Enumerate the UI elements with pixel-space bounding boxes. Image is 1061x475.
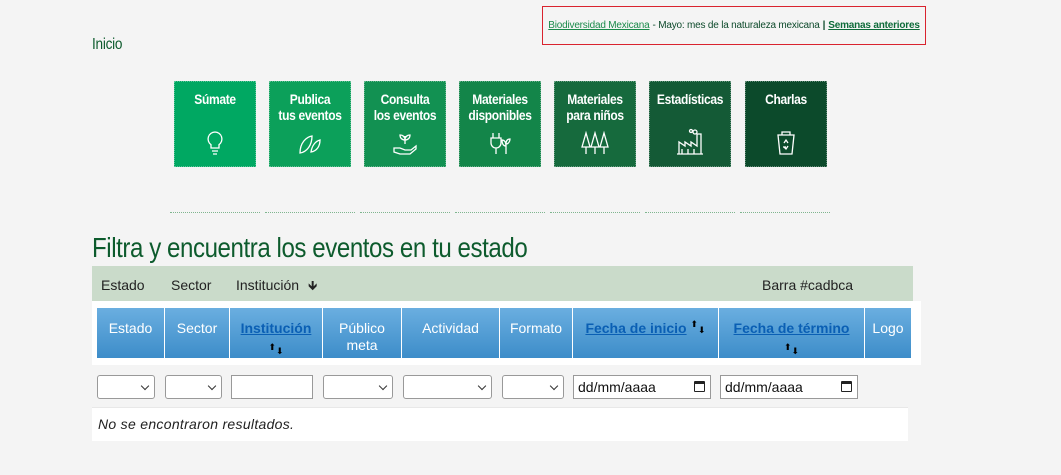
tile-sumate[interactable]: Súmate	[174, 81, 256, 167]
sort-up-icon[interactable]: ⬆	[784, 343, 792, 352]
trees-icon	[581, 130, 609, 154]
calendar-icon[interactable]	[694, 381, 705, 392]
tile-label-2: disponibles	[468, 107, 532, 123]
factory-icon	[677, 128, 703, 155]
col-estado: Estado	[97, 308, 165, 358]
tile-label: Estadísticas	[656, 91, 724, 107]
events-table-header: Estado Sector Institución ⬆⬇ Público met…	[92, 301, 921, 365]
tile-underline	[550, 210, 640, 213]
publico-meta-select[interactable]	[323, 375, 393, 399]
recycle-bin-icon	[777, 131, 795, 155]
col-actividad: Actividad	[402, 308, 500, 358]
tile-label: Consulta	[380, 91, 430, 107]
tile-label-2: los eventos	[373, 107, 437, 123]
tile-label-2: para niños	[566, 107, 624, 123]
filter-bar: Estado Sector Institución 🡻 Barra #cadbc…	[92, 266, 913, 301]
col-publico-meta: Público meta	[323, 308, 402, 358]
filter-row: dd/mm/aaaa dd/mm/aaaa	[92, 375, 908, 405]
sort-down-icon[interactable]: ⬇	[792, 347, 800, 356]
tile-underline	[455, 210, 545, 213]
tile-label: Materiales	[567, 91, 623, 107]
tile-label: Publica	[289, 91, 331, 107]
sort-down-icon[interactable]: ⬇	[698, 326, 706, 335]
empty-results-row: No se encontraron resultados.	[92, 407, 908, 441]
fecha-termino-input[interactable]: dd/mm/aaaa	[720, 375, 858, 399]
actividad-select[interactable]	[403, 375, 492, 399]
tile-label: Materiales	[472, 91, 528, 107]
bar-estado[interactable]: Estado	[101, 277, 145, 293]
tile-label: Súmate	[194, 91, 236, 107]
col-institucion: Institución ⬆⬇	[230, 308, 323, 358]
fecha-inicio-input[interactable]: dd/mm/aaaa	[573, 375, 711, 399]
tile-underline	[265, 210, 355, 213]
col-formato: Formato	[500, 308, 573, 358]
tile-consulta[interactable]: Consulta los eventos	[364, 81, 446, 167]
tile-underline	[170, 210, 260, 213]
empty-message: No se encontraron resultados.	[98, 416, 295, 432]
tile-charlas[interactable]: Charlas	[745, 81, 827, 167]
sort-up-icon[interactable]: ⬆	[268, 343, 276, 352]
plug-leaf-icon	[490, 133, 511, 154]
notice-separator: |	[822, 20, 826, 31]
page-title: Filtra y encuentra los eventos en tu est…	[92, 232, 528, 263]
tile-materiales-ninos[interactable]: Materiales para niños	[554, 81, 636, 167]
tile-estadisticas[interactable]: Estadísticas	[649, 81, 731, 167]
tile-label-2: tus eventos	[278, 107, 342, 123]
col-sector: Sector	[165, 308, 230, 358]
inicio-link[interactable]: Inicio	[92, 36, 122, 54]
sort-institucion-link[interactable]: Institución	[230, 320, 322, 337]
sort-fecha-termino-link[interactable]: Fecha de término	[719, 320, 864, 337]
leaves-icon	[299, 135, 321, 154]
bar-note: Barra #cadbca	[762, 277, 854, 293]
formato-select[interactable]	[502, 375, 564, 399]
notice-text: - Mayo: mes de la naturaleza mexicana	[652, 20, 820, 31]
tile-label: Charlas	[765, 91, 807, 107]
col-fecha-inicio: Fecha de inicio ⬆⬇	[573, 308, 719, 358]
notice-banner: Biodiversidad Mexicana - Mayo: mes de la…	[542, 6, 926, 45]
calendar-icon[interactable]	[841, 381, 852, 392]
tile-materiales-disponibles[interactable]: Materiales disponibles	[459, 81, 541, 167]
semanas-anteriores-link[interactable]: Semanas anteriores	[828, 20, 920, 31]
hand-plant-icon	[393, 134, 417, 155]
lightbulb-icon	[207, 131, 223, 155]
tile-underline	[360, 210, 450, 213]
sort-down-icon[interactable]: ⬇	[276, 347, 284, 356]
col-logo: Logo	[865, 308, 912, 358]
tile-publica[interactable]: Publica tus eventos	[269, 81, 351, 167]
institucion-input[interactable]	[231, 375, 313, 399]
estado-select[interactable]	[97, 375, 155, 399]
col-fecha-termino: Fecha de término ⬆⬇	[719, 308, 865, 358]
biodiversidad-link[interactable]: Biodiversidad Mexicana	[548, 20, 649, 31]
tile-underline	[645, 210, 735, 213]
bar-sector[interactable]: Sector	[171, 277, 211, 293]
date-placeholder: dd/mm/aaaa	[725, 379, 803, 395]
sort-down-icon[interactable]: 🡻	[308, 277, 317, 299]
sort-fecha-inicio-link[interactable]: Fecha de inicio	[585, 320, 686, 336]
tile-underline	[740, 210, 830, 213]
sort-up-icon[interactable]: ⬆	[690, 320, 698, 329]
date-placeholder: dd/mm/aaaa	[578, 379, 656, 395]
bar-institucion[interactable]: Institución	[236, 277, 299, 293]
sector-select[interactable]	[165, 375, 222, 399]
